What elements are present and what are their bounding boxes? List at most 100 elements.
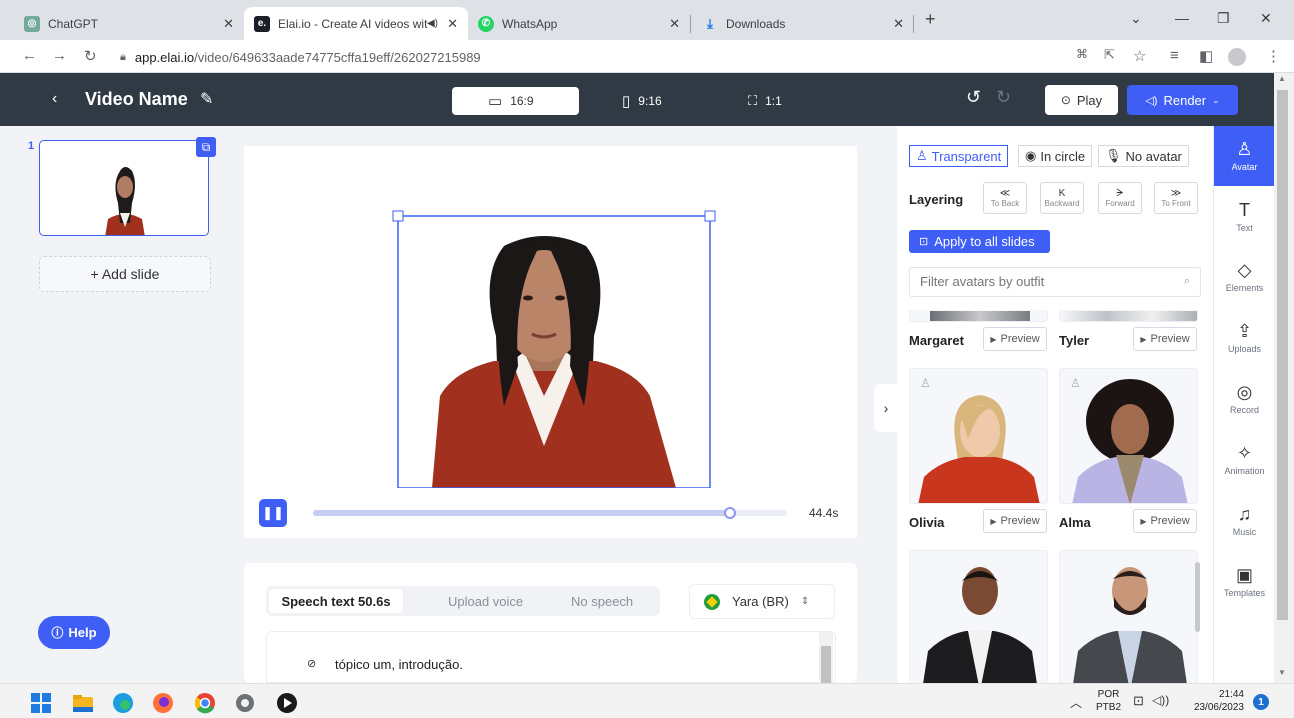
tool-record[interactable]: ◎ Record [1214, 370, 1275, 428]
to-back-button[interactable]: ≪ To Back [983, 182, 1027, 214]
clock[interactable]: 21:44 23/06/2023 [1186, 688, 1244, 714]
progress-handle[interactable] [724, 507, 737, 519]
new-tab-button[interactable]: + [925, 9, 936, 30]
speaker-icon[interactable]: ◀) [427, 18, 438, 29]
preview-button[interactable]: ▶ Preview [983, 327, 1047, 351]
notification-badge[interactable]: 1 [1253, 694, 1269, 710]
tool-animation[interactable]: ✧ Animation [1214, 431, 1275, 489]
tab-upload-voice[interactable]: Upload voice [448, 594, 523, 609]
render-button[interactable]: ◁) Render ⌄ [1127, 85, 1238, 115]
mode-in-circle[interactable]: ◉ In circle [1018, 145, 1093, 167]
forward-button[interactable]: ᗒ Forward [1098, 182, 1142, 214]
side-panel-icon[interactable]: ◧ [1199, 47, 1213, 65]
avatar-card-tyler[interactable] [1059, 310, 1198, 322]
bookmark-star-icon[interactable]: ☆ [1133, 47, 1146, 65]
filter-avatars-input[interactable]: ⌕ [909, 267, 1201, 297]
progress-track[interactable] [313, 507, 787, 519]
windows-start-icon[interactable] [30, 692, 52, 714]
media-player-icon[interactable] [276, 692, 298, 714]
filter-input-field[interactable] [920, 274, 1170, 289]
tab-no-speech[interactable]: No speech [571, 594, 633, 609]
close-icon[interactable]: ✕ [893, 16, 904, 32]
avatar-card-alma[interactable]: ♙ [1059, 368, 1198, 504]
preview-button[interactable]: ▶ Preview [1133, 327, 1197, 351]
apply-all-slides-button[interactable]: ⊡ Apply to all slides [909, 230, 1050, 253]
monitor-icon: ▭ [488, 93, 503, 110]
minimize-button[interactable]: — [1175, 10, 1189, 26]
speech-text-box[interactable]: ⊘ tópico um, introdução. [266, 631, 836, 684]
language-indicator[interactable]: POR PTB2 [1096, 688, 1121, 714]
tool-avatar[interactable]: ♙ Avatar [1214, 126, 1275, 186]
file-explorer-icon[interactable] [72, 692, 94, 714]
avatar-card-man-1[interactable] [909, 550, 1048, 683]
preview-button[interactable]: ▶ Preview [983, 509, 1047, 533]
close-icon[interactable]: ✕ [223, 16, 234, 32]
play-button[interactable]: ⊙ Play [1045, 85, 1118, 115]
tab-elai[interactable]: e. Elai.io - Create AI videos wit ◀) ✕ [244, 7, 468, 40]
pause-marker-icon[interactable]: ⊘ [307, 657, 316, 670]
network-icon[interactable]: ⊡ [1133, 693, 1144, 709]
avatar-image: ♙ [1070, 376, 1188, 503]
page-scroll-thumb[interactable] [1277, 90, 1288, 620]
tool-uploads[interactable]: ⇪ Uploads [1214, 309, 1275, 367]
redo-icon[interactable]: ↻ [996, 87, 1011, 108]
firefox-icon[interactable] [152, 692, 174, 714]
back-arrow-icon[interactable]: ← [22, 47, 37, 64]
avatar-card-man-2[interactable] [1059, 550, 1198, 683]
tool-music[interactable]: ♫ Music [1214, 492, 1275, 550]
chrome-icon[interactable] [194, 692, 216, 714]
translate-icon[interactable]: ⌘ [1076, 47, 1088, 61]
tab-search-icon[interactable]: ⌄ [1130, 10, 1142, 27]
reading-list-icon[interactable]: ≡ [1170, 47, 1179, 64]
voice-selector[interactable]: Yara (BR) ⇕ [689, 584, 835, 619]
tab-downloads[interactable]: ⤓ Downloads ✕ [692, 7, 914, 40]
backward-button[interactable]: K Backward [1040, 182, 1084, 214]
reload-icon[interactable]: ↻ [84, 47, 97, 65]
to-front-button[interactable]: ≫ To Front [1154, 182, 1198, 214]
avatar-list-scroll-thumb[interactable] [1195, 562, 1200, 632]
slide-thumbnail[interactable] [39, 140, 209, 236]
forward-arrow-icon[interactable]: → [52, 47, 67, 64]
video-title[interactable]: Video Name [85, 89, 188, 110]
duplicate-slide-icon[interactable]: ⧉ [196, 137, 216, 157]
tab-whatsapp[interactable]: ✆ WhatsApp ✕ [468, 7, 690, 40]
avatar-card-olivia[interactable]: ♙ [909, 368, 1048, 504]
mode-transparent[interactable]: ♙ Transparent [909, 145, 1009, 167]
tool-text[interactable]: T Text [1214, 188, 1275, 246]
tab-divider [690, 15, 691, 33]
preview-button[interactable]: ▶ Preview [1133, 509, 1197, 533]
ratio-9-16-button[interactable]: ▯ 9:16 [622, 87, 662, 115]
add-slide-button[interactable]: + Add slide [39, 256, 211, 292]
profile-avatar[interactable] [1228, 48, 1246, 66]
url-field[interactable]: 🔒︎ app.elai.io/video/649633aade74775cffa… [120, 45, 481, 69]
restore-button[interactable]: ❐ [1217, 10, 1230, 27]
close-icon[interactable]: ✕ [669, 16, 680, 32]
kebab-menu-icon[interactable]: ⋮ [1266, 47, 1281, 65]
tool-elements[interactable]: ◇ Elements [1214, 248, 1275, 306]
ratio-16-9-button[interactable]: ▭ 16:9 [488, 87, 534, 115]
help-button[interactable]: ⓘ Help [38, 616, 110, 649]
scroll-up-arrow-icon[interactable]: ▲ [1278, 74, 1286, 83]
ratio-1-1-button[interactable]: ⛶ 1:1 [748, 87, 782, 115]
close-icon[interactable]: ✕ [447, 16, 458, 32]
settings-gear-icon[interactable] [234, 692, 256, 714]
tray-chevron-up-icon[interactable]: ︿ [1070, 694, 1082, 711]
close-window-button[interactable]: ✕ [1260, 10, 1272, 27]
back-chevron-icon[interactable]: ‹ [52, 90, 57, 108]
tab-chatgpt[interactable]: ◎ ChatGPT ✕ [14, 7, 244, 40]
volume-icon[interactable]: ◁)) [1152, 693, 1169, 707]
pause-button[interactable]: ❚❚ [259, 499, 287, 527]
expand-panel-chevron-icon[interactable]: › [874, 384, 898, 432]
canvas-avatar[interactable] [244, 146, 857, 489]
edge-icon[interactable] [112, 692, 134, 714]
tool-templates[interactable]: ▣ Templates [1214, 553, 1275, 611]
avatar-image [1060, 311, 1197, 321]
edit-pencil-icon[interactable]: ✎ [200, 89, 213, 109]
scroll-down-arrow-icon[interactable]: ▼ [1278, 668, 1286, 677]
mode-no-avatar[interactable]: 🎙︎ No avatar [1098, 145, 1189, 167]
share-icon[interactable]: ⇱ [1104, 47, 1115, 63]
tab-speech-text[interactable]: Speech text 50.6s [269, 589, 403, 613]
undo-icon[interactable]: ↺ [966, 87, 981, 108]
avatar-card-margaret[interactable] [909, 310, 1048, 322]
speech-scroll-thumb[interactable] [821, 646, 831, 684]
